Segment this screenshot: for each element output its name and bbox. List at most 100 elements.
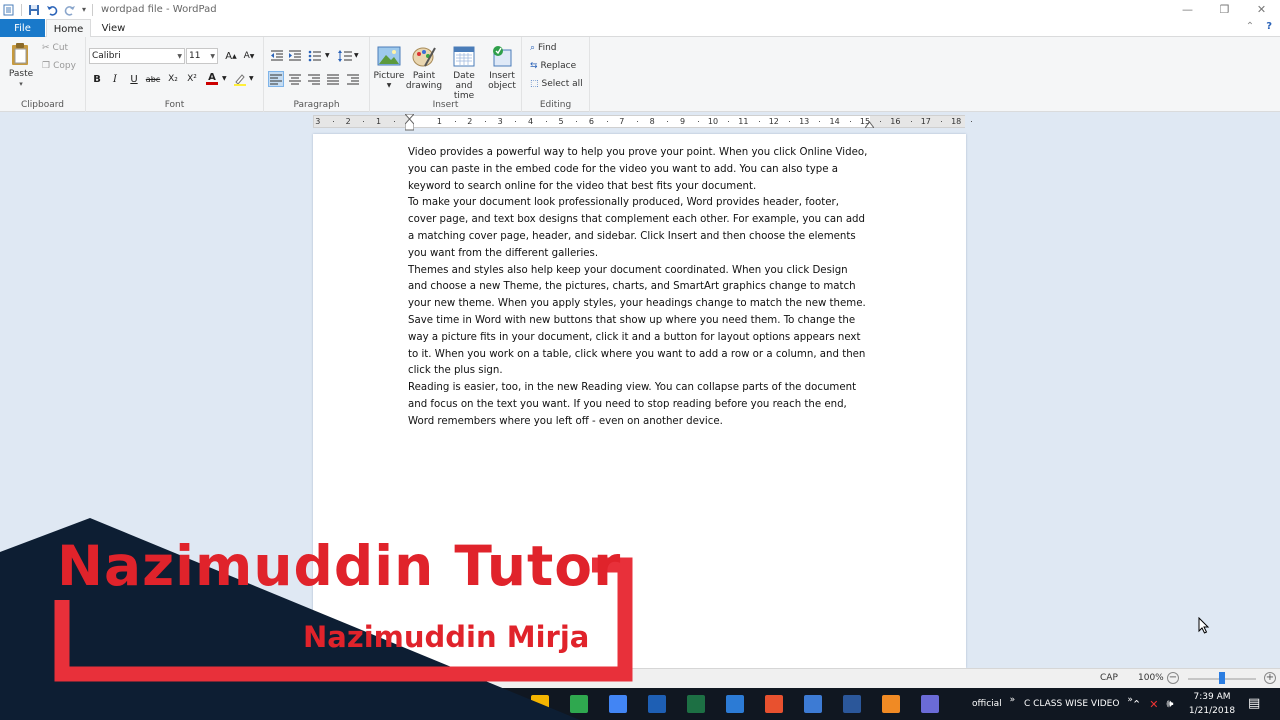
taskbar-app-icon	[920, 695, 939, 713]
insert-picture-button[interactable]: Picture ▼	[370, 44, 408, 91]
strikethrough-button[interactable]: abc	[145, 71, 161, 87]
maximize-button[interactable]: ❐	[1206, 0, 1243, 19]
redo-icon[interactable]	[64, 4, 76, 16]
date-time-button[interactable]: Date and time	[445, 44, 483, 101]
taskbar-app-button[interactable]	[910, 688, 949, 720]
taskbar-app-button[interactable]	[793, 688, 832, 720]
taskbar-app-icon	[881, 695, 900, 713]
decrease-indent-button[interactable]	[269, 48, 285, 64]
align-left-button[interactable]	[268, 71, 284, 87]
zoom-slider-thumb[interactable]	[1219, 672, 1225, 684]
action-center-icon[interactable]: ▤	[1248, 696, 1260, 711]
insert-object-button[interactable]: Insert object	[483, 44, 521, 91]
text-color-button[interactable]: A	[204, 71, 220, 87]
ribbon-tabs: File Home View ⌃ ?	[0, 19, 1280, 38]
network-icon[interactable]: ✕	[1149, 698, 1158, 711]
bullets-button[interactable]	[307, 48, 323, 64]
toolbar-official-label[interactable]: official	[972, 699, 1002, 709]
font-family-value: Calibri	[92, 51, 121, 61]
taskbar-app-icon	[842, 695, 861, 713]
paragraph[interactable]: To make your document look professionall…	[408, 195, 868, 262]
toolbar-separator	[21, 3, 22, 16]
taskbar-app-button[interactable]	[637, 688, 676, 720]
subscript-button[interactable]: X₂	[165, 71, 181, 87]
justify-button[interactable]	[325, 71, 341, 87]
paragraph-dialog-icon	[347, 74, 359, 84]
taskbar-app-button[interactable]	[598, 688, 637, 720]
toolbar-folder-label[interactable]: C CLASS WISE VIDEO	[1024, 699, 1119, 709]
help-icon[interactable]: ?	[1266, 21, 1272, 32]
highlight-button[interactable]	[232, 71, 248, 87]
paste-dropdown-icon[interactable]: ▾	[19, 79, 23, 89]
tab-view[interactable]: View	[96, 19, 131, 37]
paragraph[interactable]: Themes and styles also help keep your do…	[408, 263, 868, 313]
select-all-button[interactable]: ⬚ Select all	[530, 79, 583, 89]
copy-button[interactable]: ❐ Copy	[42, 61, 76, 71]
taskbar-app-button[interactable]	[871, 688, 910, 720]
ruler-tick-label: 14	[829, 117, 840, 126]
italic-button[interactable]: I	[107, 71, 123, 87]
taskbar-app-icon	[686, 695, 705, 713]
taskbar-app-button[interactable]	[676, 688, 715, 720]
show-hidden-icons-icon[interactable]: ⌃	[1132, 698, 1141, 711]
replace-button[interactable]: ⇆ Replace	[530, 61, 576, 71]
ruler[interactable]: 3 2 1 1 2 3 4 5 6 7 8 9 10 11 12 13 14 15 16 17 18	[313, 114, 973, 131]
volume-icon[interactable]: 🕪	[1166, 697, 1173, 711]
ruler-tick-label: 12	[768, 117, 779, 126]
minimize-ribbon-icon[interactable]: ⌃	[1246, 21, 1254, 32]
line-spacing-button[interactable]	[337, 48, 353, 64]
font-family-select[interactable]: Calibri ▼	[89, 48, 185, 64]
undo-icon[interactable]	[46, 4, 58, 16]
line-spacing-dropdown-icon[interactable]: ▼	[354, 52, 359, 59]
paragraph[interactable]: Save time in Word with new buttons that …	[408, 313, 868, 380]
ruler-tick-dot	[393, 121, 395, 122]
highlight-dropdown-icon[interactable]: ▼	[249, 75, 254, 82]
close-button[interactable]: ✕	[1243, 0, 1280, 19]
paragraph[interactable]: Reading is easier, too, in the new Readi…	[408, 380, 868, 430]
taskbar-app-button[interactable]	[520, 688, 559, 720]
clock[interactable]: 7:39 AM 1/21/2018	[1184, 690, 1240, 718]
customize-toolbar-chevron-icon[interactable]: ▾	[82, 5, 86, 14]
wordpad-app-icon[interactable]	[3, 4, 15, 16]
toolbar-expand-icon[interactable]: »	[1010, 695, 1016, 705]
align-right-button[interactable]	[306, 71, 322, 87]
text-color-dropdown-icon[interactable]: ▼	[222, 75, 227, 82]
document-body[interactable]: Video provides a powerful way to help yo…	[408, 145, 868, 431]
ruler-tick-label: 8	[649, 117, 655, 126]
ruler-tick-label: 9	[680, 117, 686, 126]
grow-font-button[interactable]: A ▲	[223, 48, 239, 64]
taskbar-app-button[interactable]	[715, 688, 754, 720]
find-button[interactable]: ⌕ Find	[530, 43, 557, 53]
zoom-out-button[interactable]: −	[1167, 672, 1179, 684]
underline-button[interactable]: U	[126, 71, 142, 87]
align-center-button[interactable]	[287, 71, 303, 87]
minimize-button[interactable]: —	[1169, 0, 1206, 19]
taskbar-app-button[interactable]	[832, 688, 871, 720]
bold-button[interactable]: B	[89, 71, 105, 87]
ruler-tick-dot	[880, 121, 882, 122]
superscript-button[interactable]: X²	[184, 71, 200, 87]
taskbar-app-button[interactable]	[559, 688, 598, 720]
insert-group: Picture ▼ Paint drawing Date and time In…	[370, 37, 522, 112]
paragraph-settings-button[interactable]	[345, 71, 361, 87]
tab-home[interactable]: Home	[46, 19, 91, 38]
cut-button[interactable]: ✂ Cut	[42, 43, 68, 53]
zoom-in-button[interactable]: +	[1264, 672, 1276, 684]
ruler-tick-label: 17	[920, 117, 931, 126]
save-icon[interactable]	[28, 4, 40, 16]
font-size-select[interactable]: 11 ▼	[186, 48, 218, 64]
bullets-dropdown-icon[interactable]: ▼	[325, 52, 330, 59]
tab-file[interactable]: File	[0, 19, 45, 37]
paragraph[interactable]: Video provides a powerful way to help yo…	[408, 145, 868, 195]
increase-indent-button[interactable]	[287, 48, 303, 64]
paste-button[interactable]: Paste ▾	[2, 42, 40, 89]
taskbar-apps	[520, 688, 949, 720]
left-indent-marker-icon[interactable]	[405, 114, 414, 131]
paint-drawing-button[interactable]: Paint drawing	[405, 44, 443, 91]
paste-label: Paste	[8, 69, 34, 79]
ruler-tick-dot	[606, 121, 608, 122]
taskbar-app-button[interactable]	[754, 688, 793, 720]
ruler-tick-label: 2	[467, 117, 473, 126]
shrink-font-button[interactable]: A ▼	[241, 48, 257, 64]
clipboard-group-label: Clipboard	[21, 100, 64, 110]
